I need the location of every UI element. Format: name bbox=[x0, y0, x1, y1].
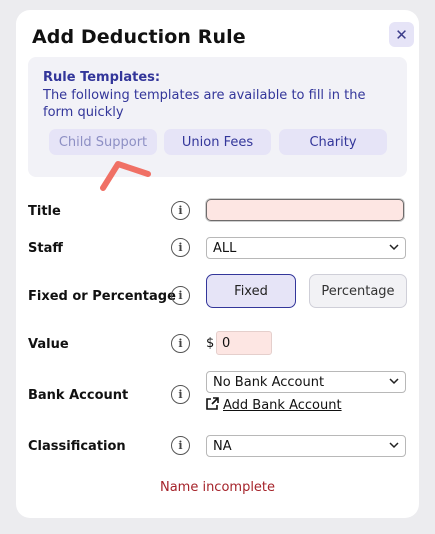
chevron-down-icon bbox=[389, 376, 399, 389]
validation-error-message: Name incomplete bbox=[159, 480, 276, 495]
value-input[interactable]: 0 bbox=[216, 331, 272, 355]
close-icon: ✕ bbox=[395, 25, 408, 44]
staff-select-value: ALL bbox=[213, 240, 237, 256]
template-charity-button[interactable]: Charity bbox=[279, 129, 387, 155]
classification-label: Classification bbox=[28, 439, 126, 454]
template-child-support-button[interactable]: Child Support bbox=[49, 129, 157, 155]
title-input[interactable] bbox=[206, 199, 404, 221]
bank-account-select[interactable]: No Bank Account bbox=[206, 371, 406, 393]
fixed-toggle-button[interactable]: Fixed bbox=[206, 274, 296, 308]
info-icon[interactable]: i bbox=[171, 201, 190, 220]
rule-templates-panel: Rule Templates: The following templates … bbox=[28, 57, 407, 177]
bank-account-label: Bank Account bbox=[28, 388, 129, 403]
rule-templates-description: The following templates are available to… bbox=[43, 88, 366, 120]
template-union-fees-button[interactable]: Union Fees bbox=[164, 129, 271, 155]
staff-select[interactable]: ALL bbox=[206, 237, 406, 259]
info-icon[interactable]: i bbox=[171, 334, 190, 353]
value-label: Value bbox=[28, 337, 69, 352]
close-button[interactable]: ✕ bbox=[389, 22, 414, 47]
title-label: Title bbox=[28, 204, 61, 219]
add-bank-account-label: Add Bank Account bbox=[223, 398, 342, 413]
info-icon[interactable]: i bbox=[171, 385, 190, 404]
info-icon[interactable]: i bbox=[171, 238, 190, 257]
classification-select[interactable]: NA bbox=[206, 435, 406, 457]
add-deduction-rule-dialog: Add Deduction Rule ✕ Rule Templates: The… bbox=[16, 10, 419, 518]
add-bank-account-link[interactable]: Add Bank Account bbox=[206, 397, 342, 414]
chevron-down-icon bbox=[389, 242, 399, 255]
external-link-icon bbox=[206, 397, 219, 414]
info-icon[interactable]: i bbox=[171, 286, 190, 305]
currency-symbol: $ bbox=[206, 336, 215, 351]
rule-templates-heading: Rule Templates: bbox=[43, 70, 161, 85]
bank-account-select-value: No Bank Account bbox=[213, 374, 325, 390]
fixed-or-percentage-label: Fixed or Percentage bbox=[28, 289, 176, 304]
info-icon[interactable]: i bbox=[171, 436, 190, 455]
annotation-arrow-mark bbox=[100, 161, 151, 191]
staff-label: Staff bbox=[28, 241, 63, 256]
dialog-title: Add Deduction Rule bbox=[32, 26, 246, 48]
classification-select-value: NA bbox=[213, 438, 232, 454]
percentage-toggle-button[interactable]: Percentage bbox=[309, 274, 407, 308]
chevron-down-icon bbox=[389, 440, 399, 453]
